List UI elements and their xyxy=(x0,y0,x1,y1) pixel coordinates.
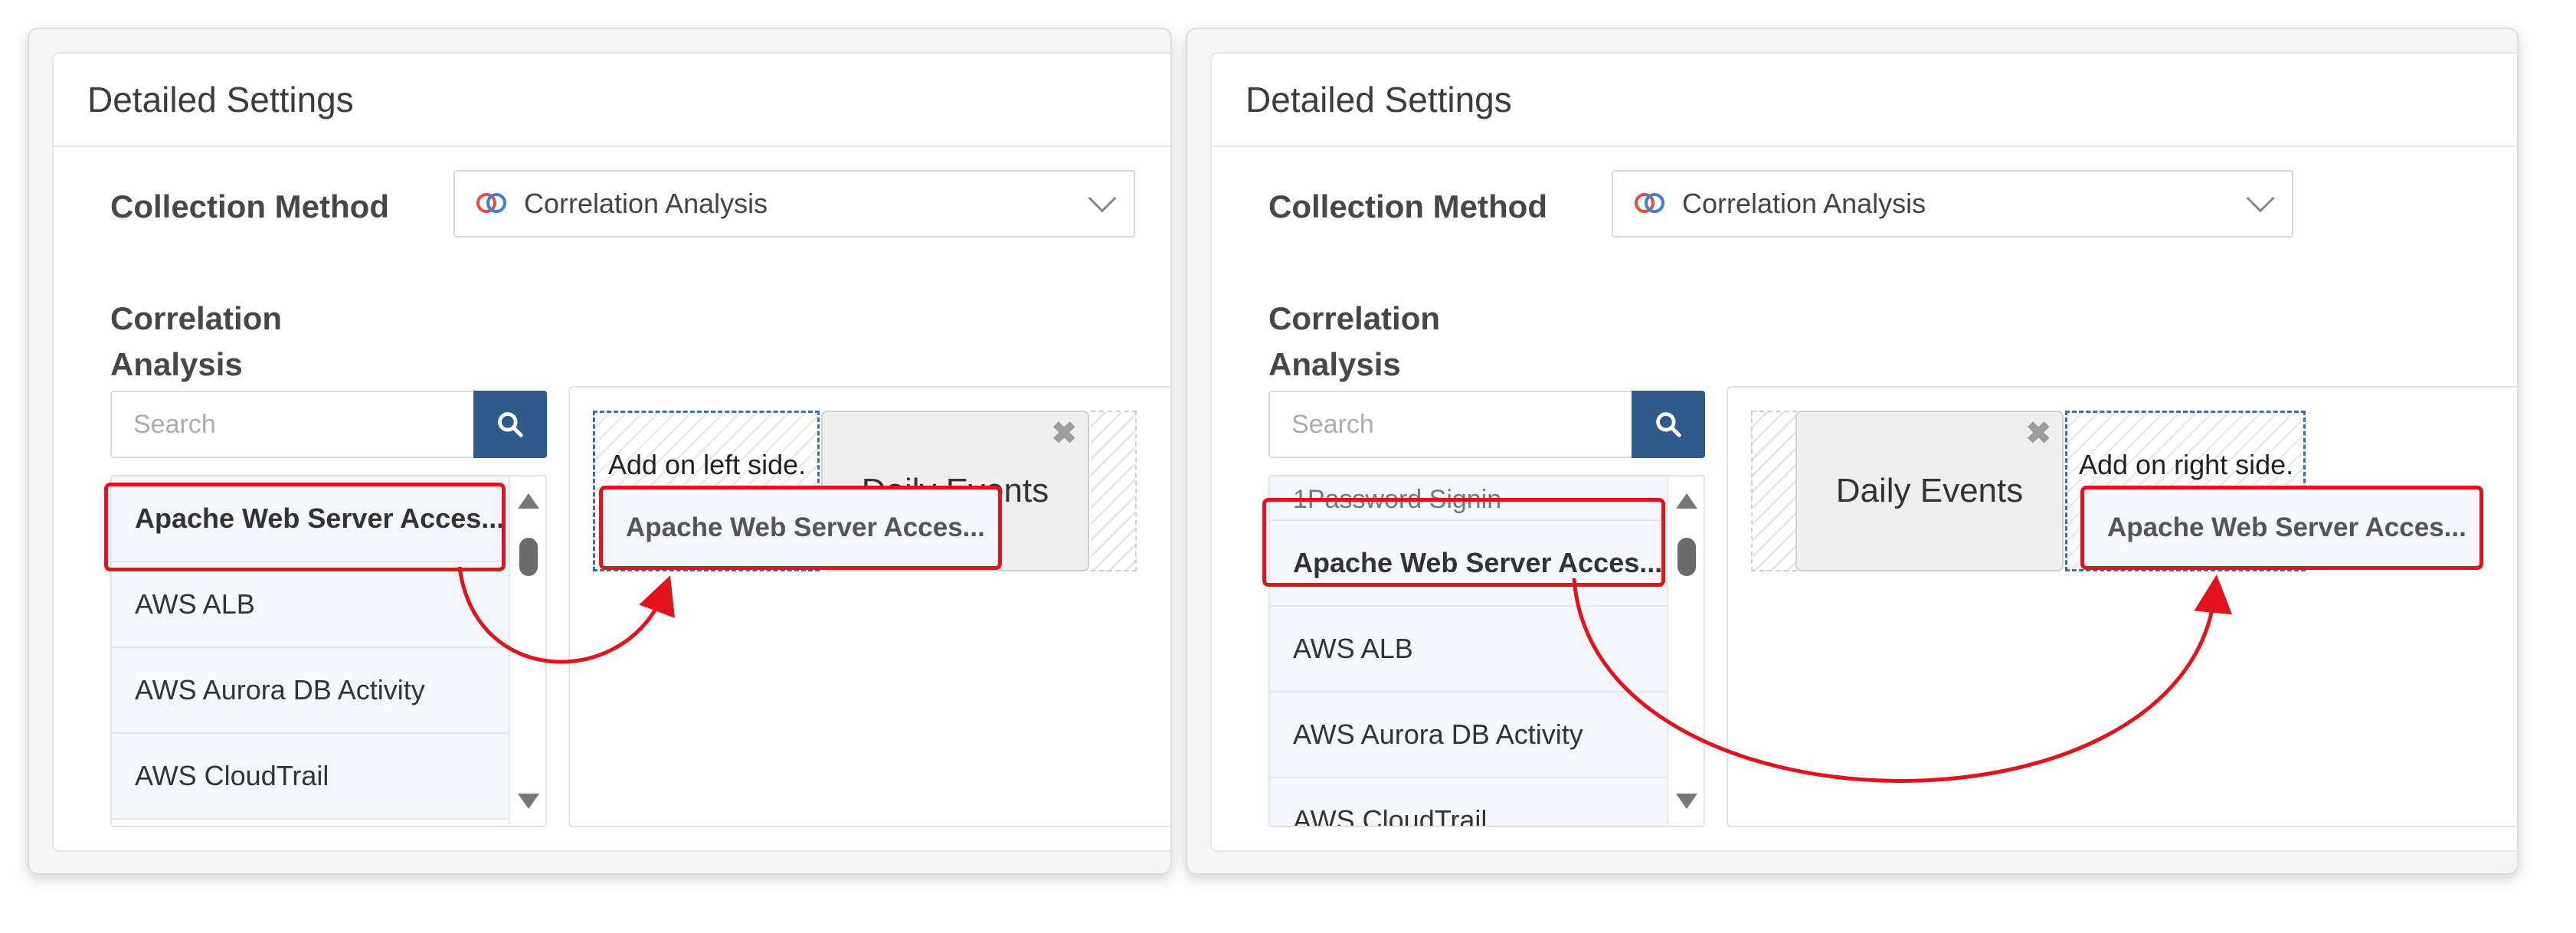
list-item[interactable]: AWS CloudTrail xyxy=(1270,778,1668,826)
correlation-label-line1: Correlation xyxy=(110,300,283,336)
left-placeholder-zone xyxy=(1751,411,1797,571)
drop-hint: Add on right side. xyxy=(2079,449,2294,480)
list-scrollbar[interactable] xyxy=(509,476,545,826)
selected-item-highlight xyxy=(104,483,506,571)
collection-method-value: Correlation Analysis xyxy=(1682,188,1926,219)
collection-method-label: Collection Method xyxy=(110,188,389,224)
search-input[interactable] xyxy=(110,391,473,458)
correlation-drop-area[interactable]: Add on left side. Daily Events ✖ Apache … xyxy=(568,386,1170,827)
correlation-label-line2: Analysis xyxy=(110,346,243,382)
search-icon xyxy=(498,412,523,437)
list-item[interactable]: AWS ALB xyxy=(1270,607,1668,692)
list-item[interactable]: AWS ALB xyxy=(112,562,510,648)
dragged-item: Apache Web Server Acces... xyxy=(2080,486,2483,570)
card-header: Detailed Settings xyxy=(54,54,1170,147)
card-title: Detailed Settings xyxy=(87,80,354,119)
correlation-analysis-label: Correlation Analysis xyxy=(1268,296,1440,388)
collection-method-select[interactable]: Correlation Analysis xyxy=(453,170,1135,237)
correlation-icon xyxy=(1635,193,1667,214)
search-input[interactable] xyxy=(1268,391,1632,458)
list-item[interactable]: AWS Aurora DB Activity xyxy=(112,648,510,734)
correlation-drop-area[interactable]: Daily Events ✖ Add on right side. Apache… xyxy=(1727,386,2517,827)
card-title: Detailed Settings xyxy=(1245,80,1512,119)
right-placeholder-zone xyxy=(1091,411,1137,571)
collection-method-select[interactable]: Correlation Analysis xyxy=(1612,170,2293,237)
chevron-down-icon xyxy=(2246,184,2275,213)
scroll-up-icon[interactable] xyxy=(1676,493,1697,509)
scroll-thumb[interactable] xyxy=(1678,538,1696,576)
chevron-down-icon xyxy=(1088,184,1117,213)
dragged-item: Apache Web Server Acces... xyxy=(599,486,1002,570)
collection-method-value: Correlation Analysis xyxy=(524,188,768,219)
collection-method-label: Collection Method xyxy=(1268,188,1547,224)
list-item[interactable]: AWS Aurora DB Activity xyxy=(1270,692,1668,778)
list-scrollbar[interactable] xyxy=(1667,476,1704,826)
scroll-up-icon[interactable] xyxy=(518,493,539,509)
scroll-thumb[interactable] xyxy=(519,538,538,576)
event-card-title: Daily Events xyxy=(1835,472,2024,509)
correlation-analysis-label: Correlation Analysis xyxy=(110,296,282,388)
scroll-down-icon[interactable] xyxy=(518,794,539,809)
search-icon xyxy=(1656,412,1681,437)
left-screenshot-panel: Detailed Settings Collection Method Corr… xyxy=(28,28,1172,875)
card-header: Detailed Settings xyxy=(1212,54,2517,147)
scroll-down-icon[interactable] xyxy=(1676,794,1697,809)
detailed-settings-card: Detailed Settings Collection Method Corr… xyxy=(52,52,1170,852)
close-icon[interactable]: ✖ xyxy=(2025,418,2051,449)
detailed-settings-card: Detailed Settings Collection Method Corr… xyxy=(1210,52,2517,852)
correlation-label-line1: Correlation xyxy=(1268,300,1441,336)
correlation-icon xyxy=(476,193,509,214)
right-screenshot-panel: Detailed Settings Collection Method Corr… xyxy=(1186,28,2519,875)
event-card-daily-events[interactable]: Daily Events ✖ xyxy=(1795,411,2064,571)
search-button[interactable] xyxy=(1632,391,1705,458)
correlation-label-line2: Analysis xyxy=(1268,346,1401,382)
list-item[interactable]: AWS CloudTrail xyxy=(112,734,510,820)
drop-hint: Add on left side. xyxy=(608,449,807,480)
close-icon[interactable]: ✖ xyxy=(1051,418,1077,449)
selected-item-highlight xyxy=(1262,498,1665,587)
search-button[interactable] xyxy=(473,391,547,458)
